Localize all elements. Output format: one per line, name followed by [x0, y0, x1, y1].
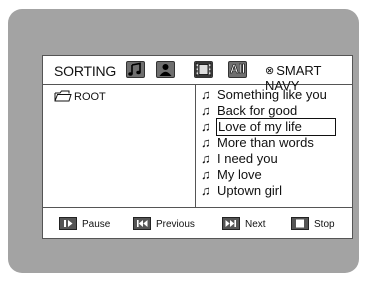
all-icon[interactable]: All [228, 61, 247, 78]
music-note-icon: ♫ [201, 151, 211, 166]
track-item[interactable]: ♫ Something like you [201, 87, 335, 103]
music-note-icon: ♫ [201, 103, 211, 118]
control-bar: Pause Previous Next Stop [43, 207, 352, 239]
stop-icon [291, 217, 309, 230]
track-item[interactable]: ♫ I need you [201, 151, 335, 167]
track-title: I need you [217, 151, 278, 166]
person-icon[interactable] [156, 61, 175, 78]
music-note-icon: ♫ [201, 135, 211, 150]
pause-button[interactable]: Pause [59, 217, 110, 231]
track-title: More than words [217, 135, 314, 150]
smart-navy-icon: ⊗ [265, 65, 275, 77]
next-icon [222, 217, 240, 230]
track-title: My love [217, 167, 262, 182]
music-note-icon: ♫ [201, 167, 211, 182]
previous-label: Previous [156, 219, 195, 230]
track-title: Something like you [217, 87, 327, 102]
track-title: Back for good [217, 103, 298, 118]
folder-item-root[interactable]: ROOT [54, 90, 106, 103]
track-title: Love of my life [216, 118, 336, 136]
music-note-icon: ♫ [201, 87, 211, 102]
track-item[interactable]: ♫ More than words [201, 135, 335, 151]
pause-label: Pause [82, 219, 111, 230]
osd-screen: SORTING All ⊗ SMART NAVY ROOT ♫ Somethin… [42, 55, 353, 239]
track-item[interactable]: ♫ Back for good [201, 103, 335, 119]
track-title: Uptown girl [217, 183, 283, 198]
film-icon[interactable] [194, 61, 213, 78]
previous-button[interactable]: Previous [133, 217, 195, 231]
stop-button[interactable]: Stop [291, 217, 335, 231]
track-item-selected[interactable]: ♫ Love of my life [201, 118, 336, 136]
music-note-icon: ♫ [201, 119, 211, 134]
folder-label: ROOT [74, 91, 106, 103]
track-item[interactable]: ♫ Uptown girl [201, 183, 335, 199]
tv-frame: SORTING All ⊗ SMART NAVY ROOT ♫ Somethin… [8, 9, 359, 273]
folder-icon [54, 90, 72, 102]
sorting-label: SORTING [54, 63, 117, 79]
track-item[interactable]: ♫ My love [201, 167, 335, 183]
folder-pane: ROOT [43, 85, 196, 207]
sorting-bar: SORTING All ⊗ SMART NAVY [43, 56, 352, 93]
pause-icon [59, 217, 77, 230]
previous-icon [133, 217, 151, 230]
music-note-icon: ♫ [201, 183, 211, 198]
stop-label: Stop [314, 219, 335, 230]
music-note-icon[interactable] [126, 61, 145, 78]
track-list: ♫ Something like you ♫ Back for good ♫ Love… [201, 87, 336, 199]
all-label: All [229, 62, 246, 77]
next-button[interactable]: Next [222, 217, 266, 231]
next-label: Next [245, 219, 266, 230]
